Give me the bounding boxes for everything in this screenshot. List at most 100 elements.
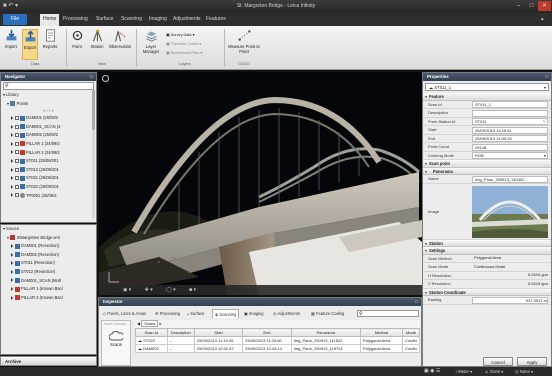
station-button[interactable]: Station <box>88 29 106 49</box>
close-icon[interactable]: ✕ <box>538 1 551 11</box>
tree-item[interactable]: TP0001 (25/09/2 <box>3 192 96 201</box>
reports-button[interactable]: Reports <box>41 29 59 49</box>
scans-group-item[interactable]: Scans <box>102 330 130 347</box>
point-count-field[interactable]: 29148 <box>472 143 548 151</box>
tab-surface[interactable]: ▵ Surface <box>187 309 204 318</box>
import-button[interactable]: Import <box>3 29 19 49</box>
tree-item[interactable]: PILLAR 1 (Known Bacl <box>3 285 96 294</box>
section-settings[interactable]: Settings <box>423 247 551 255</box>
coloring-mode-select[interactable]: RGB <box>472 152 548 160</box>
tree-library[interactable]: ▾ Library <box>3 91 96 100</box>
panel-close-icon[interactable]: □ <box>545 73 548 81</box>
menu-features[interactable]: Features <box>206 16 226 22</box>
tree-item[interactable]: ST012 (Resection) <box>3 268 96 277</box>
point-button[interactable]: Point <box>70 29 84 49</box>
menu-surface[interactable]: Surface <box>96 16 113 22</box>
navigator-scrollbar[interactable] <box>92 90 95 218</box>
column-header[interactable]: End <box>242 328 292 337</box>
view-mode-icon[interactable] <box>102 75 109 82</box>
menu-file[interactable]: File <box>3 14 27 25</box>
zoom-tool-icon[interactable]: ◯ ▾ <box>166 287 176 293</box>
from-station-field[interactable]: ST011 <box>472 118 548 126</box>
tree-item[interactable]: PILLAR 2 (24/09/2 <box>3 149 96 158</box>
column-header[interactable]: Mode <box>402 328 420 337</box>
layer-manager-button[interactable]: Layer Manager <box>140 29 162 54</box>
panorama-thumbnail[interactable] <box>472 185 548 238</box>
apply-button[interactable]: Apply <box>517 357 547 366</box>
tree-item[interactable]: DAM001_SCAN (2 <box>3 123 96 132</box>
column-header[interactable]: Scan Id <box>135 328 168 337</box>
referenced-files-button[interactable]: ▣ Referenced Files ▾ <box>166 50 202 55</box>
end-field[interactable]: 25/09/2013 14:39:33 <box>472 135 548 143</box>
section-feature[interactable]: Feature <box>423 93 551 101</box>
menu-adjustments[interactable]: Adjustments <box>173 16 201 22</box>
menu-imaging[interactable]: Imaging <box>149 16 167 22</box>
tab-scanning[interactable]: ◈ Scanning <box>212 309 240 318</box>
section-panorama[interactable]: Panorama <box>423 167 551 175</box>
tree-source-root[interactable]: ▾ StMargreten Bridge.xml <box>3 234 96 243</box>
tree-item[interactable]: DAM001 (Resection) <box>3 242 96 251</box>
observation-button[interactable]: Observation <box>108 29 132 49</box>
edit-icon[interactable]: ✎ <box>543 118 546 127</box>
help-icon[interactable]: ▴ <box>541 16 544 22</box>
column-header[interactable]: Panorama <box>290 328 362 337</box>
tree-item[interactable]: PILLAR 1 (24/09/2 <box>3 140 96 149</box>
scan-groups-label[interactable]: Scan Groups <box>102 321 130 327</box>
view-options-icon[interactable]: ■ ▾ <box>189 287 196 293</box>
tree-item[interactable]: DAM001 (25/09/2 <box>3 114 96 123</box>
scrollbar-thumb[interactable] <box>92 90 95 130</box>
measure-button[interactable]: Measure Point to Point <box>228 29 260 54</box>
inspector-search-input[interactable]: ⚲ <box>357 310 419 317</box>
back-icon[interactable]: ◀ <box>137 321 140 326</box>
orbit-tool-icon[interactable]: ◉ ▾ <box>123 287 131 293</box>
units-length[interactable]: ↕ Meter ▾ <box>455 369 472 374</box>
menu-scanning[interactable]: Scanning <box>121 16 142 22</box>
cancel-button[interactable]: Cancel <box>483 357 513 366</box>
archive-header[interactable]: Archive <box>0 356 97 366</box>
tree-points[interactable]: ▾ Points <box>3 100 96 109</box>
tree-item[interactable]: ST012 (25/09/201 <box>3 166 96 175</box>
menu-processing[interactable]: Processing <box>63 16 88 22</box>
pan-tool-icon[interactable]: ✥ ▾ <box>145 287 153 293</box>
minimize-icon[interactable]: – <box>512 1 525 11</box>
status-icons[interactable]: ▣ ◉ ☰ <box>424 368 440 374</box>
thematic-codes-button[interactable]: ▣ Thematic Codes ▾ <box>166 41 201 46</box>
panel-close-icon[interactable]: □ <box>415 298 418 306</box>
scan-id-field[interactable]: ST011_1 <box>472 101 548 109</box>
tree-item[interactable]: PILLAR 2 (Known Bacl <box>3 294 96 303</box>
maximize-icon[interactable]: □ <box>525 1 538 11</box>
tree-item[interactable]: DAM002 (Resection) <box>3 251 96 260</box>
export-button[interactable]: Export <box>22 29 38 60</box>
tab-feature-coding[interactable]: ▦ Feature Coding <box>311 309 344 318</box>
coordinate-system[interactable]: ◎ None ▾ <box>515 369 533 374</box>
panorama-name-field[interactable]: Img_Pano_250913_140402 <box>472 175 548 183</box>
column-header[interactable]: Description <box>166 328 195 337</box>
tab-processing[interactable]: ⚙ Processing <box>155 309 180 318</box>
tree-item[interactable]: ST021 (25/09/201 <box>3 174 96 183</box>
tree-item[interactable]: ST011 (25/09/201 <box>3 157 96 166</box>
table-row[interactable]: ☁ DAM002 – 25/09/2013 12:02:47 25/09/201… <box>135 343 420 353</box>
units-angle[interactable]: ∠ Gons ▾ <box>485 369 503 374</box>
navigator-search-input[interactable]: ⚲ <box>3 82 94 90</box>
section-station[interactable]: Station <box>423 239 551 247</box>
tree-item[interactable]: ST011 (Resection) <box>3 259 96 268</box>
start-field[interactable]: 25/09/2013 14:15:51 <box>472 126 548 134</box>
section-scan-point[interactable]: Scan point <box>423 160 551 168</box>
column-header[interactable]: Start <box>193 328 244 337</box>
tree-item[interactable]: DAM002 (25/09/2 <box>3 131 96 140</box>
easting-field[interactable]: 937.9512 m <box>472 296 548 304</box>
tab-points-lines-areas[interactable]: ◇ Points, Lines & Areas <box>103 309 146 318</box>
panel-close-icon[interactable]: □ <box>90 73 93 81</box>
tree-item[interactable]: DAM001_SCAN (Mult <box>3 277 96 286</box>
selected-object-select[interactable]: ☁ ST011_1 ▾ <box>425 83 549 91</box>
point-cloud-viewport[interactable]: ◉ ▾ ✥ ▾ ◯ ▾ ■ ▾ <box>99 72 422 295</box>
tree-item[interactable]: ST022 (25/09/201 <box>3 183 96 192</box>
menu-home[interactable]: Home <box>40 14 60 26</box>
tree-source[interactable]: ▾ Source <box>3 225 96 234</box>
survey-data-button[interactable]: ▣ Survey Data ▾ <box>166 32 195 37</box>
section-station-coordinate[interactable]: Station Coordinate <box>423 288 551 296</box>
column-header[interactable]: Method <box>360 328 404 337</box>
tab-imaging[interactable]: ▣ Imaging <box>244 309 264 318</box>
table-row[interactable]: ☁ ST022 – 25/09/2013 11:19:26 25/09/2013… <box>135 335 420 345</box>
description-field[interactable] <box>472 109 548 117</box>
